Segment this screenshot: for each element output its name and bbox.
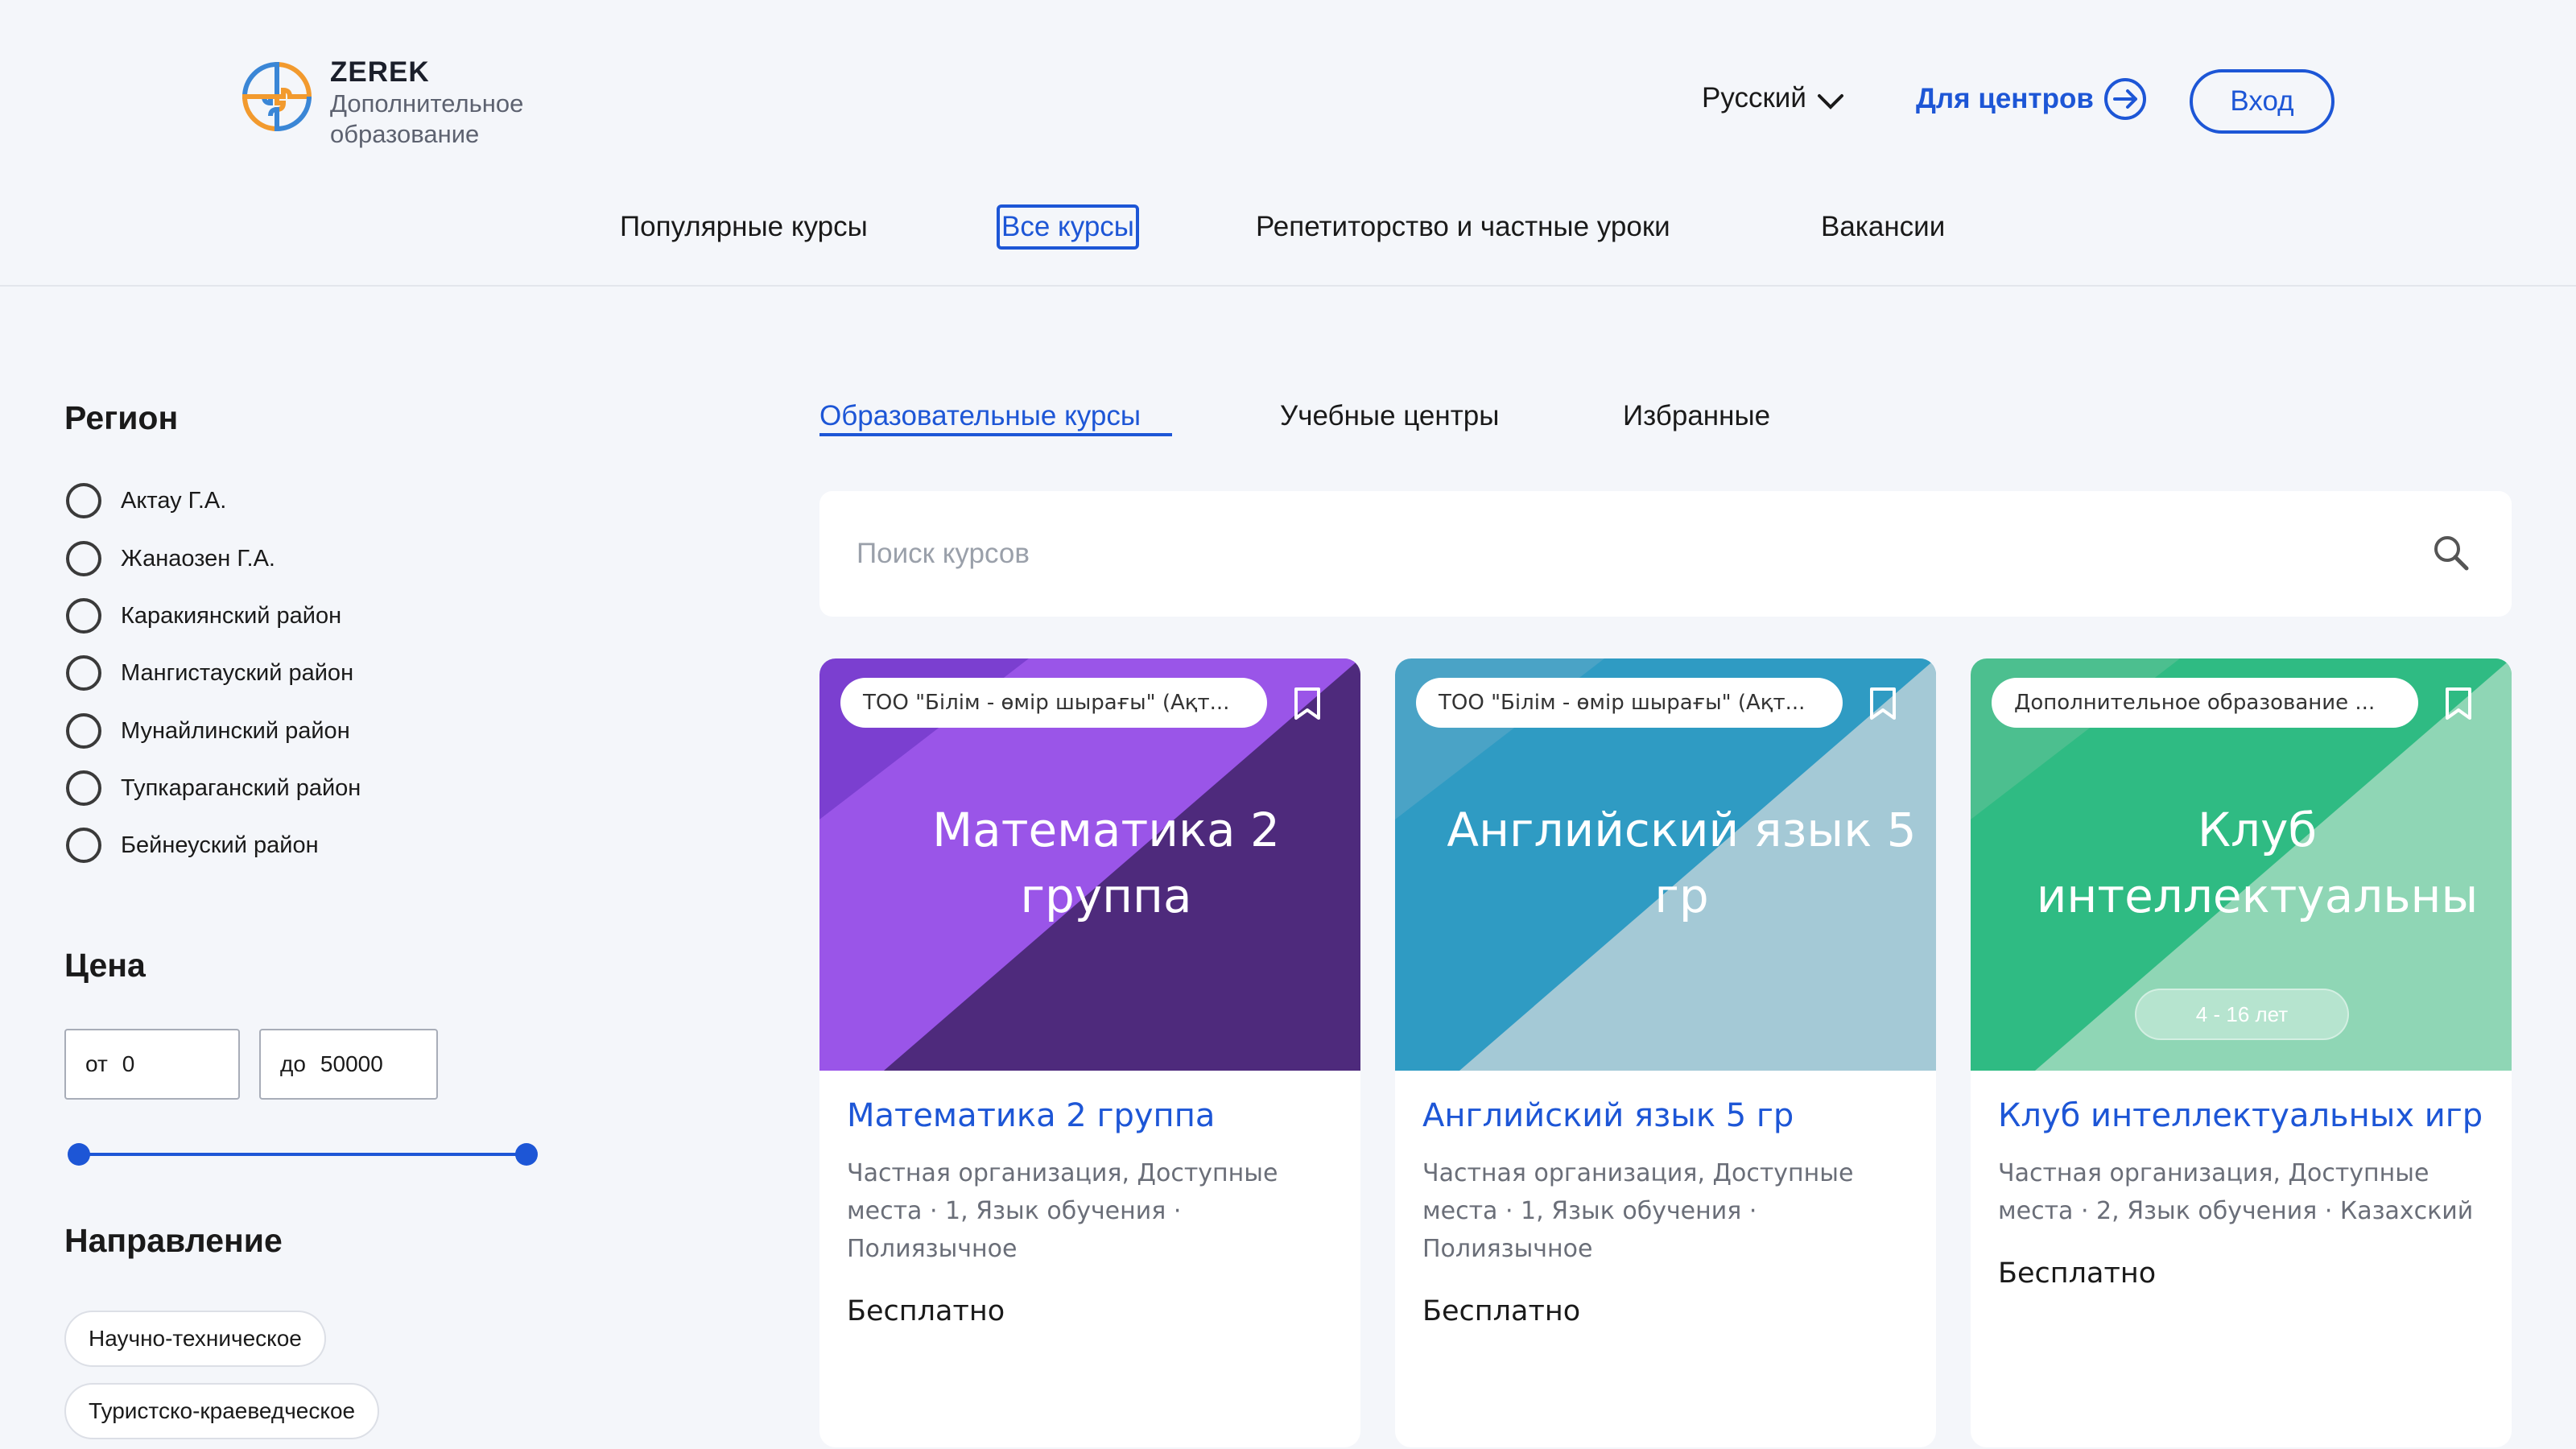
region-option[interactable]: Каракиянский район bbox=[66, 597, 341, 635]
organization-badge: Дополнительное образование ... bbox=[1992, 678, 2418, 728]
direction-title: Направление bbox=[64, 1222, 283, 1259]
course-title[interactable]: Английский язык 5 гр bbox=[1422, 1093, 1909, 1138]
main-nav: Популярные курсы Все курсы Репетиторство… bbox=[0, 203, 2576, 251]
radio-button[interactable] bbox=[66, 598, 101, 634]
price-to-prefix: до bbox=[280, 1051, 306, 1076]
price-to-value: 50000 bbox=[320, 1051, 383, 1076]
card-cover: Клуб интеллектуальны Дополнительное обра… bbox=[1971, 658, 2512, 1071]
course-title[interactable]: Клуб интеллектуальных игр bbox=[1998, 1093, 2484, 1138]
language-selector[interactable]: Русский bbox=[1702, 82, 1845, 114]
region-option[interactable]: Бейнеуский район bbox=[66, 826, 319, 865]
bookmark-icon[interactable] bbox=[1291, 686, 1323, 721]
tab-educational-courses[interactable]: Образовательные курсы bbox=[819, 396, 1141, 436]
nav-popular-courses[interactable]: Популярные курсы bbox=[620, 203, 868, 251]
course-meta: Частная организация, Доступные места · 1… bbox=[1422, 1159, 1854, 1263]
organization-badge: ТОО "Білім - өмір шырағы" (Ақт... bbox=[840, 678, 1267, 728]
cover-title: Математика 2 группа bbox=[932, 803, 1280, 923]
region-label: Мангистауский район bbox=[121, 659, 354, 686]
region-title: Регион bbox=[64, 399, 179, 436]
price-from-field[interactable]: от 0 bbox=[64, 1029, 240, 1100]
radio-button[interactable] bbox=[66, 655, 101, 691]
price-title: Цена bbox=[64, 947, 146, 984]
nav-vacancies[interactable]: Вакансии bbox=[1821, 203, 1945, 251]
region-label: Актау Г.А. bbox=[121, 487, 227, 514]
login-button[interactable]: Вход bbox=[2190, 69, 2334, 134]
region-option[interactable]: Актау Г.А. bbox=[66, 481, 226, 520]
course-meta: Частная организация, Доступные места · 2… bbox=[1998, 1159, 2474, 1225]
bookmark-icon[interactable] bbox=[1867, 686, 1899, 721]
cover-title: Английский язык 5 гр bbox=[1447, 803, 1917, 923]
region-option[interactable]: Тупкараганский район bbox=[66, 769, 361, 807]
language-label: Русский bbox=[1702, 82, 1806, 114]
region-option[interactable]: Мунайлинский район bbox=[66, 712, 350, 750]
region-label: Каракиянский район bbox=[121, 602, 342, 629]
course-title[interactable]: Математика 2 группа bbox=[847, 1093, 1333, 1138]
direction-chip[interactable]: Туристско-краеведческое bbox=[64, 1383, 380, 1439]
for-centers-label: Для центров bbox=[1916, 83, 2094, 114]
radio-button[interactable] bbox=[66, 483, 101, 518]
course-meta: Частная организация, Доступные места · 1… bbox=[847, 1159, 1278, 1263]
for-centers-link[interactable]: Для центров bbox=[1916, 77, 2147, 121]
cover-title: Клуб интеллектуальны bbox=[2036, 803, 2479, 923]
card-cover: Английский язык 5 гр ТОО "Білім - өмір ш… bbox=[1395, 658, 1936, 1071]
organization-badge: ТОО "Білім - өмір шырағы" (Ақт... bbox=[1416, 678, 1843, 728]
region-label: Тупкараганский район bbox=[121, 774, 361, 801]
nav-all-courses[interactable]: Все курсы bbox=[997, 204, 1139, 250]
age-badge: 4 - 16 лет bbox=[2135, 989, 2349, 1040]
active-tab-underline bbox=[819, 433, 1172, 436]
search-bar bbox=[819, 491, 2512, 617]
search-icon[interactable] bbox=[2431, 533, 2471, 573]
price-to-field[interactable]: до 50000 bbox=[259, 1029, 438, 1100]
course-card[interactable]: Английский язык 5 гр ТОО "Білім - өмір ш… bbox=[1395, 658, 1936, 1447]
radio-button[interactable] bbox=[66, 541, 101, 576]
card-cover: Математика 2 группа ТОО "Білім - өмір шы… bbox=[819, 658, 1360, 1071]
price-slider-track[interactable] bbox=[77, 1153, 526, 1156]
region-label: Мунайлинский район bbox=[121, 717, 350, 744]
brand-subtitle: Дополнительное образование bbox=[330, 89, 524, 148]
course-price: Бесплатно bbox=[1998, 1257, 2157, 1290]
price-slider-max-handle[interactable] bbox=[515, 1143, 538, 1166]
page: ZEREK Дополнительное образование Русский… bbox=[0, 0, 2576, 1449]
direction-chip[interactable]: Научно-техническое bbox=[64, 1311, 326, 1367]
chevron-down-icon bbox=[1817, 94, 1843, 109]
tab-training-centers[interactable]: Учебные центры bbox=[1280, 396, 1499, 436]
arrow-right-circle-icon bbox=[2103, 78, 2146, 120]
search-input[interactable] bbox=[857, 538, 2386, 570]
region-label: Бейнеуский район bbox=[121, 832, 319, 858]
region-option[interactable]: Мангистауский район bbox=[66, 654, 353, 692]
course-card[interactable]: Клуб интеллектуальны Дополнительное обра… bbox=[1971, 658, 2512, 1447]
course-card[interactable]: Математика 2 группа ТОО "Білім - өмір шы… bbox=[819, 658, 1360, 1447]
brand-name: ZEREK bbox=[330, 56, 430, 88]
region-label: Жанаозен Г.А. bbox=[121, 545, 275, 572]
price-slider-min-handle[interactable] bbox=[68, 1143, 90, 1166]
course-price: Бесплатно bbox=[847, 1295, 1005, 1327]
zerek-logo-icon bbox=[242, 61, 312, 132]
course-price: Бесплатно bbox=[1422, 1295, 1581, 1327]
radio-button[interactable] bbox=[66, 828, 101, 863]
logo[interactable]: ZEREK Дополнительное образование bbox=[240, 56, 555, 150]
radio-button[interactable] bbox=[66, 770, 101, 806]
tab-favorites[interactable]: Избранные bbox=[1623, 396, 1770, 436]
nav-tutoring[interactable]: Репетиторство и частные уроки bbox=[1256, 203, 1670, 251]
bookmark-icon[interactable] bbox=[2442, 686, 2475, 721]
header: ZEREK Дополнительное образование Русский… bbox=[0, 0, 2576, 287]
region-option[interactable]: Жанаозен Г.А. bbox=[66, 539, 275, 578]
price-from-value: 0 bbox=[122, 1051, 135, 1076]
radio-button[interactable] bbox=[66, 713, 101, 749]
price-from-prefix: от bbox=[85, 1051, 108, 1076]
